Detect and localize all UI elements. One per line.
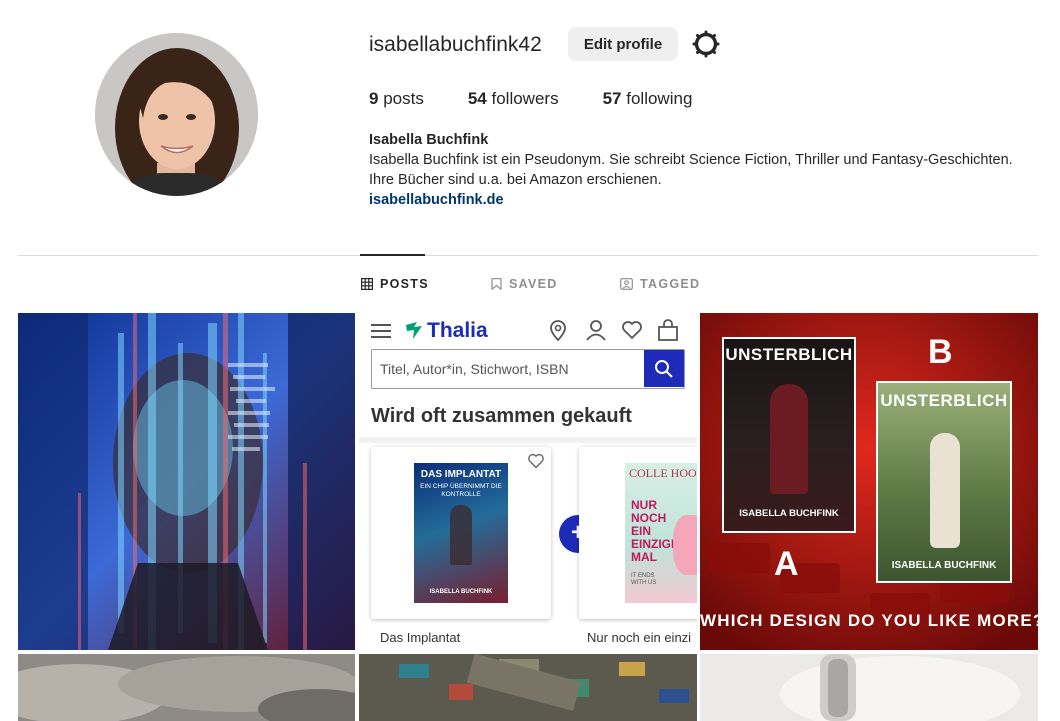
poll-label-b: B — [928, 333, 953, 371]
tab-tagged[interactable]: TAGGED — [620, 277, 700, 291]
following-count-value: 57 — [602, 89, 622, 108]
cover-a-figure — [770, 384, 808, 494]
hamburger-menu-icon — [371, 324, 391, 338]
posts-count-value: 9 — [369, 89, 379, 108]
active-tab-indicator — [360, 254, 425, 256]
cover-a-author: ISABELLA BUCHFINK — [739, 508, 839, 519]
followers-count-value: 54 — [467, 89, 487, 108]
followers-label: followers — [491, 89, 559, 108]
thalia-brand-text: Thalia — [427, 319, 488, 342]
book2-caption: Nur noch ein einzi — [587, 630, 692, 645]
posts-count: 9 posts — [369, 89, 424, 109]
search-icon — [655, 360, 673, 378]
card-heart-icon — [528, 453, 544, 469]
profile-display-name: Isabella Buchfink — [369, 132, 489, 148]
book2-tagline: IT ENDS WITH US — [631, 573, 657, 586]
cover-b-title: UNSTERBLICH — [880, 391, 1008, 410]
account-user-icon — [586, 320, 606, 341]
tab-tagged-label: TAGGED — [640, 277, 701, 291]
wishlist-heart-icon — [622, 321, 642, 339]
tab-saved[interactable]: SAVED — [491, 277, 558, 291]
profile-avatar[interactable] — [95, 33, 258, 196]
thalia-heading: Wird oft zusammen gekauft — [371, 405, 632, 427]
cover-b: UNSTERBLICH ISABELLA BUCHFINK — [876, 381, 1012, 583]
grid-icon — [361, 278, 373, 290]
post-image-clouds — [18, 654, 355, 721]
post-tile-debris[interactable] — [359, 654, 697, 721]
tabs-divider — [18, 255, 1038, 256]
bio-text-line-1: Isabella Buchfink ist ein Pseudonym. Sie… — [369, 152, 1013, 168]
book2-title: NUR NOCH EIN EINZIGES MAL — [631, 498, 688, 564]
cover-b-author: ISABELLA BUCHFINK — [891, 560, 997, 571]
tab-posts-label: POSTS — [380, 277, 429, 291]
profile-bio: Isabella Buchfink Isabella Buchfink ist … — [369, 130, 1013, 210]
cover-a: UNSTERBLICH ISABELLA BUCHFINK — [722, 337, 856, 533]
shopping-bag-icon — [658, 319, 678, 341]
bio-text-line-2: Ihre Bücher sind u.a. bei Amazon erschie… — [369, 172, 662, 188]
followers-link[interactable]: 54 followers — [468, 89, 559, 109]
thalia-section-divider — [359, 437, 697, 443]
avatar-image — [95, 33, 258, 196]
book1-caption: Das Implantat — [380, 630, 461, 645]
book2-flowers — [673, 515, 697, 575]
post-tile-device[interactable] — [700, 654, 1038, 721]
edit-profile-button[interactable]: Edit profile — [568, 27, 678, 61]
thalia-search-box: Titel, Autor*in, Stichwort, ISBN — [371, 349, 685, 389]
thalia-logo-icon — [406, 322, 422, 339]
thalia-product-card-2: COLLE HOOVE NUR NOCH EIN EINZIGES MAL IT… — [579, 447, 697, 619]
tab-saved-label: SAVED — [509, 277, 558, 291]
following-label: following — [626, 89, 693, 108]
post-image-debris — [359, 654, 697, 721]
location-pin-icon — [550, 320, 566, 342]
post-tile-cyber-portrait[interactable] — [18, 313, 355, 650]
poll-question: WHICH DESIGN DO YOU LIKE MORE? — [700, 611, 1038, 630]
thalia-search-button — [644, 350, 684, 387]
post-image-cyber-portrait — [18, 313, 355, 650]
profile-username: isabellabuchfink42 — [369, 33, 542, 56]
tag-user-icon — [620, 278, 633, 290]
book-cover-das-implantat: DAS IMPLANTAT EIN CHIP ÜBERNIMMT DIE KON… — [414, 463, 508, 603]
thalia-search-placeholder: Titel, Autor*in, Stichwort, ISBN — [380, 361, 569, 377]
book1-figure — [450, 505, 472, 565]
book-cover-nur-noch: COLLE HOOVE NUR NOCH EIN EINZIGES MAL IT… — [625, 463, 697, 603]
book1-author: ISABELLA BUCHFINK — [429, 589, 493, 595]
book1-title: DAS IMPLANTAT — [420, 469, 502, 480]
cover-b-figure — [930, 433, 960, 548]
profile-stats: 9 posts 54 followers 57 following — [369, 89, 736, 109]
poll-label-a: A — [774, 545, 799, 583]
settings-gear-icon[interactable] — [692, 30, 720, 58]
post-image-device — [700, 654, 1038, 721]
post-tile-clouds[interactable] — [18, 654, 355, 721]
cover-a-title: UNSTERBLICH — [725, 345, 853, 364]
post-tile-cover-poll[interactable]: UNSTERBLICH ISABELLA BUCHFINK A B UNSTER… — [700, 313, 1038, 650]
bookmark-icon — [491, 278, 502, 290]
post-tile-thalia[interactable]: Thalia Titel, Autor*in, Stichwort, ISBN — [359, 313, 697, 650]
thalia-product-card-1: DAS IMPLANTAT EIN CHIP ÜBERNIMMT DIE KON… — [371, 447, 551, 619]
thalia-screenshot: Thalia Titel, Autor*in, Stichwort, ISBN — [359, 313, 697, 650]
following-link[interactable]: 57 following — [603, 89, 693, 109]
profile-tabs: POSTS SAVED TAGGED — [0, 277, 1060, 295]
tab-posts[interactable]: POSTS — [361, 277, 429, 291]
posts-label: posts — [383, 89, 424, 108]
book2-author: COLLE HOOVE — [629, 466, 697, 480]
book1-subtitle: EIN CHIP ÜBERNIMMT DIE KONTROLLE — [420, 483, 502, 498]
profile-website-link[interactable]: isabellabuchfink.de — [369, 192, 504, 208]
